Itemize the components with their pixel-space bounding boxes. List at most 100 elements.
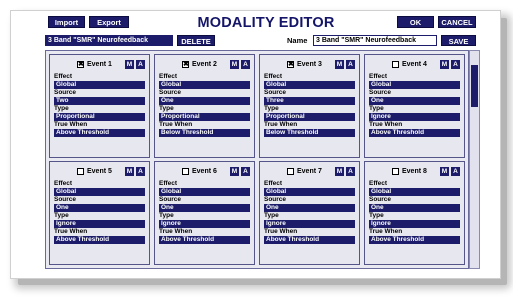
- type-select[interactable]: Proportional: [264, 113, 355, 121]
- event-panel-2: ✖ Event 2 M A Effect Global Source One T…: [154, 54, 255, 158]
- preset-select[interactable]: 3 Band "SMR" Neurofeedback: [45, 35, 173, 46]
- vertical-scrollbar[interactable]: [469, 50, 480, 269]
- source-select[interactable]: One: [54, 204, 145, 212]
- effect-select[interactable]: Global: [369, 81, 460, 89]
- a-button[interactable]: A: [241, 60, 250, 69]
- true-when-select[interactable]: Above Threshold: [369, 236, 460, 244]
- source-select[interactable]: One: [159, 97, 250, 105]
- type-label: Type: [159, 105, 174, 112]
- event-panel-8: Event 8 M A Effect Global Source One Typ…: [364, 161, 465, 265]
- type-label: Type: [264, 212, 279, 219]
- a-button[interactable]: A: [451, 60, 460, 69]
- source-select[interactable]: One: [369, 97, 460, 105]
- event-label: Event 1: [87, 61, 112, 68]
- export-button[interactable]: Export: [89, 16, 129, 28]
- event-checkbox[interactable]: ✖: [182, 61, 189, 68]
- event-checkbox[interactable]: [77, 168, 84, 175]
- source-label: Source: [369, 196, 392, 203]
- type-select[interactable]: Ignore: [54, 220, 145, 228]
- true-when-select[interactable]: Above Threshold: [369, 129, 460, 137]
- source-select[interactable]: Two: [54, 97, 145, 105]
- effect-select[interactable]: Global: [264, 81, 355, 89]
- m-button[interactable]: M: [440, 60, 449, 69]
- event-panel-3: ✖ Event 3 M A Effect Global Source Three…: [259, 54, 360, 158]
- type-select[interactable]: Ignore: [264, 220, 355, 228]
- effect-select[interactable]: Global: [54, 188, 145, 196]
- event-checkbox[interactable]: [182, 168, 189, 175]
- event-label: Event 4: [402, 61, 427, 68]
- type-select[interactable]: Proportional: [54, 113, 145, 121]
- m-button[interactable]: M: [335, 60, 344, 69]
- true-when-label: True When: [54, 121, 88, 128]
- source-select[interactable]: Three: [264, 97, 355, 105]
- event-checkbox[interactable]: [287, 168, 294, 175]
- true-when-select[interactable]: Above Threshold: [264, 236, 355, 244]
- source-label: Source: [54, 196, 77, 203]
- source-label: Source: [159, 196, 182, 203]
- source-select[interactable]: One: [159, 204, 250, 212]
- effect-select[interactable]: Global: [264, 188, 355, 196]
- true-when-select[interactable]: Above Threshold: [159, 236, 250, 244]
- effect-label: Effect: [54, 73, 73, 80]
- event-label: Event 6: [192, 168, 217, 175]
- cancel-button[interactable]: CANCEL: [438, 16, 476, 28]
- source-select[interactable]: One: [369, 204, 460, 212]
- type-label: Type: [264, 105, 279, 112]
- effect-label: Effect: [369, 73, 388, 80]
- event-checkbox[interactable]: ✖: [77, 61, 84, 68]
- source-label: Source: [159, 89, 182, 96]
- name-field[interactable]: 3 Band "SMR" Neurofeedback: [313, 35, 437, 46]
- event-header: Event 4 M A: [365, 60, 464, 70]
- ok-button[interactable]: OK: [397, 16, 434, 28]
- source-select[interactable]: One: [264, 204, 355, 212]
- event-checkbox[interactable]: [392, 168, 399, 175]
- m-button[interactable]: M: [335, 167, 344, 176]
- source-label: Source: [369, 89, 392, 96]
- source-label: Source: [54, 89, 77, 96]
- save-button[interactable]: SAVE: [441, 35, 476, 46]
- type-select[interactable]: Proportional: [159, 113, 250, 121]
- type-select[interactable]: Ignore: [369, 113, 460, 121]
- effect-select[interactable]: Global: [159, 188, 250, 196]
- type-select[interactable]: Ignore: [369, 220, 460, 228]
- event-header: Event 5 M A: [50, 167, 149, 177]
- event-checkbox[interactable]: [392, 61, 399, 68]
- true-when-select[interactable]: Below Threshold: [264, 129, 355, 137]
- type-select[interactable]: Ignore: [159, 220, 250, 228]
- event-checkbox[interactable]: ✖: [287, 61, 294, 68]
- delete-button[interactable]: DELETE: [177, 35, 215, 46]
- m-button[interactable]: M: [125, 60, 134, 69]
- true-when-label: True When: [159, 228, 193, 235]
- event-header: Event 7 M A: [260, 167, 359, 177]
- scrollbar-thumb[interactable]: [471, 65, 478, 107]
- m-button[interactable]: M: [125, 167, 134, 176]
- source-label: Source: [264, 196, 287, 203]
- a-button[interactable]: A: [346, 60, 355, 69]
- source-label: Source: [264, 89, 287, 96]
- effect-select[interactable]: Global: [369, 188, 460, 196]
- page-title: MODALITY EDITOR: [197, 15, 335, 31]
- m-button[interactable]: M: [230, 60, 239, 69]
- true-when-select[interactable]: Above Threshold: [54, 236, 145, 244]
- a-button[interactable]: A: [451, 167, 460, 176]
- a-button[interactable]: A: [136, 60, 145, 69]
- true-when-select[interactable]: Above Threshold: [54, 129, 145, 137]
- true-when-label: True When: [369, 121, 403, 128]
- effect-select[interactable]: Global: [54, 81, 145, 89]
- event-label: Event 7: [297, 168, 322, 175]
- a-button[interactable]: A: [136, 167, 145, 176]
- true-when-select[interactable]: Below Threshold: [159, 129, 250, 137]
- import-button[interactable]: Import: [48, 16, 85, 28]
- a-button[interactable]: A: [346, 167, 355, 176]
- effect-select[interactable]: Global: [159, 81, 250, 89]
- event-header: Event 6 M A: [155, 167, 254, 177]
- effect-label: Effect: [54, 180, 73, 187]
- m-button[interactable]: M: [230, 167, 239, 176]
- a-button[interactable]: A: [241, 167, 250, 176]
- event-panel-4: Event 4 M A Effect Global Source One Typ…: [364, 54, 465, 158]
- event-label: Event 2: [192, 61, 217, 68]
- event-header: Event 8 M A: [365, 167, 464, 177]
- m-button[interactable]: M: [440, 167, 449, 176]
- true-when-label: True When: [159, 121, 193, 128]
- effect-label: Effect: [159, 180, 178, 187]
